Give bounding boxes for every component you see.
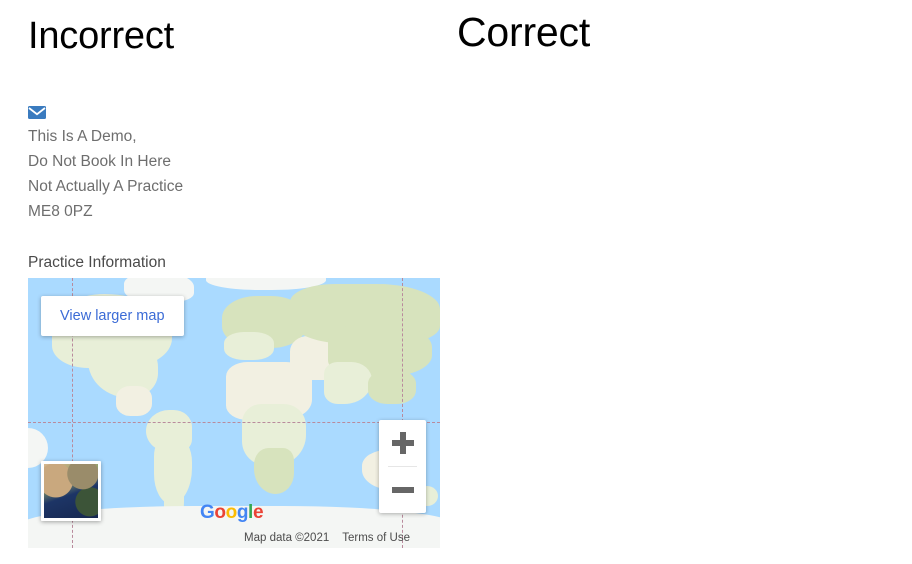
minus-icon bbox=[391, 487, 414, 493]
address-line: This Is A Demo, bbox=[28, 128, 137, 145]
google-logo: Google bbox=[200, 502, 264, 523]
page-title-correct: Correct bbox=[457, 9, 591, 55]
contact-block-incorrect: This Is A Demo, Do Not Book In Here Not … bbox=[28, 100, 183, 224]
zoom-out-button[interactable] bbox=[379, 467, 426, 513]
landmass bbox=[224, 332, 274, 360]
landmass bbox=[368, 370, 416, 404]
plus-icon bbox=[391, 432, 414, 454]
envelope-icon[interactable] bbox=[28, 100, 183, 124]
zoom-in-button[interactable] bbox=[379, 420, 426, 466]
landmass bbox=[116, 386, 152, 416]
page-title-incorrect: Incorrect bbox=[28, 15, 175, 57]
map-world[interactable]: View larger map Google Map data ©2021 Te… bbox=[28, 278, 440, 548]
incorrect-column: Incorrect This Is A Demo, Do Not Book In… bbox=[0, 0, 456, 564]
landmass bbox=[254, 448, 294, 494]
satellite-view-toggle[interactable] bbox=[41, 461, 101, 521]
correct-column: Correct bbox=[456, 0, 912, 564]
satellite-thumbnail bbox=[44, 464, 98, 518]
address-line: ME8 0PZ bbox=[28, 203, 93, 220]
map-data-text: Map data ©2021 bbox=[244, 532, 330, 544]
view-larger-map-button[interactable]: View larger map bbox=[41, 296, 184, 336]
map-attribution: Map data ©2021 Terms of Use bbox=[244, 532, 410, 544]
zoom-controls[interactable] bbox=[379, 420, 426, 513]
practice-information-label: Practice Information bbox=[28, 254, 166, 271]
address-line: Do Not Book In Here bbox=[28, 153, 172, 170]
address-line: Not Actually A Practice bbox=[28, 178, 184, 195]
terms-of-use-link[interactable]: Terms of Use bbox=[342, 532, 410, 544]
view-larger-map-link[interactable]: View larger map bbox=[60, 307, 165, 325]
